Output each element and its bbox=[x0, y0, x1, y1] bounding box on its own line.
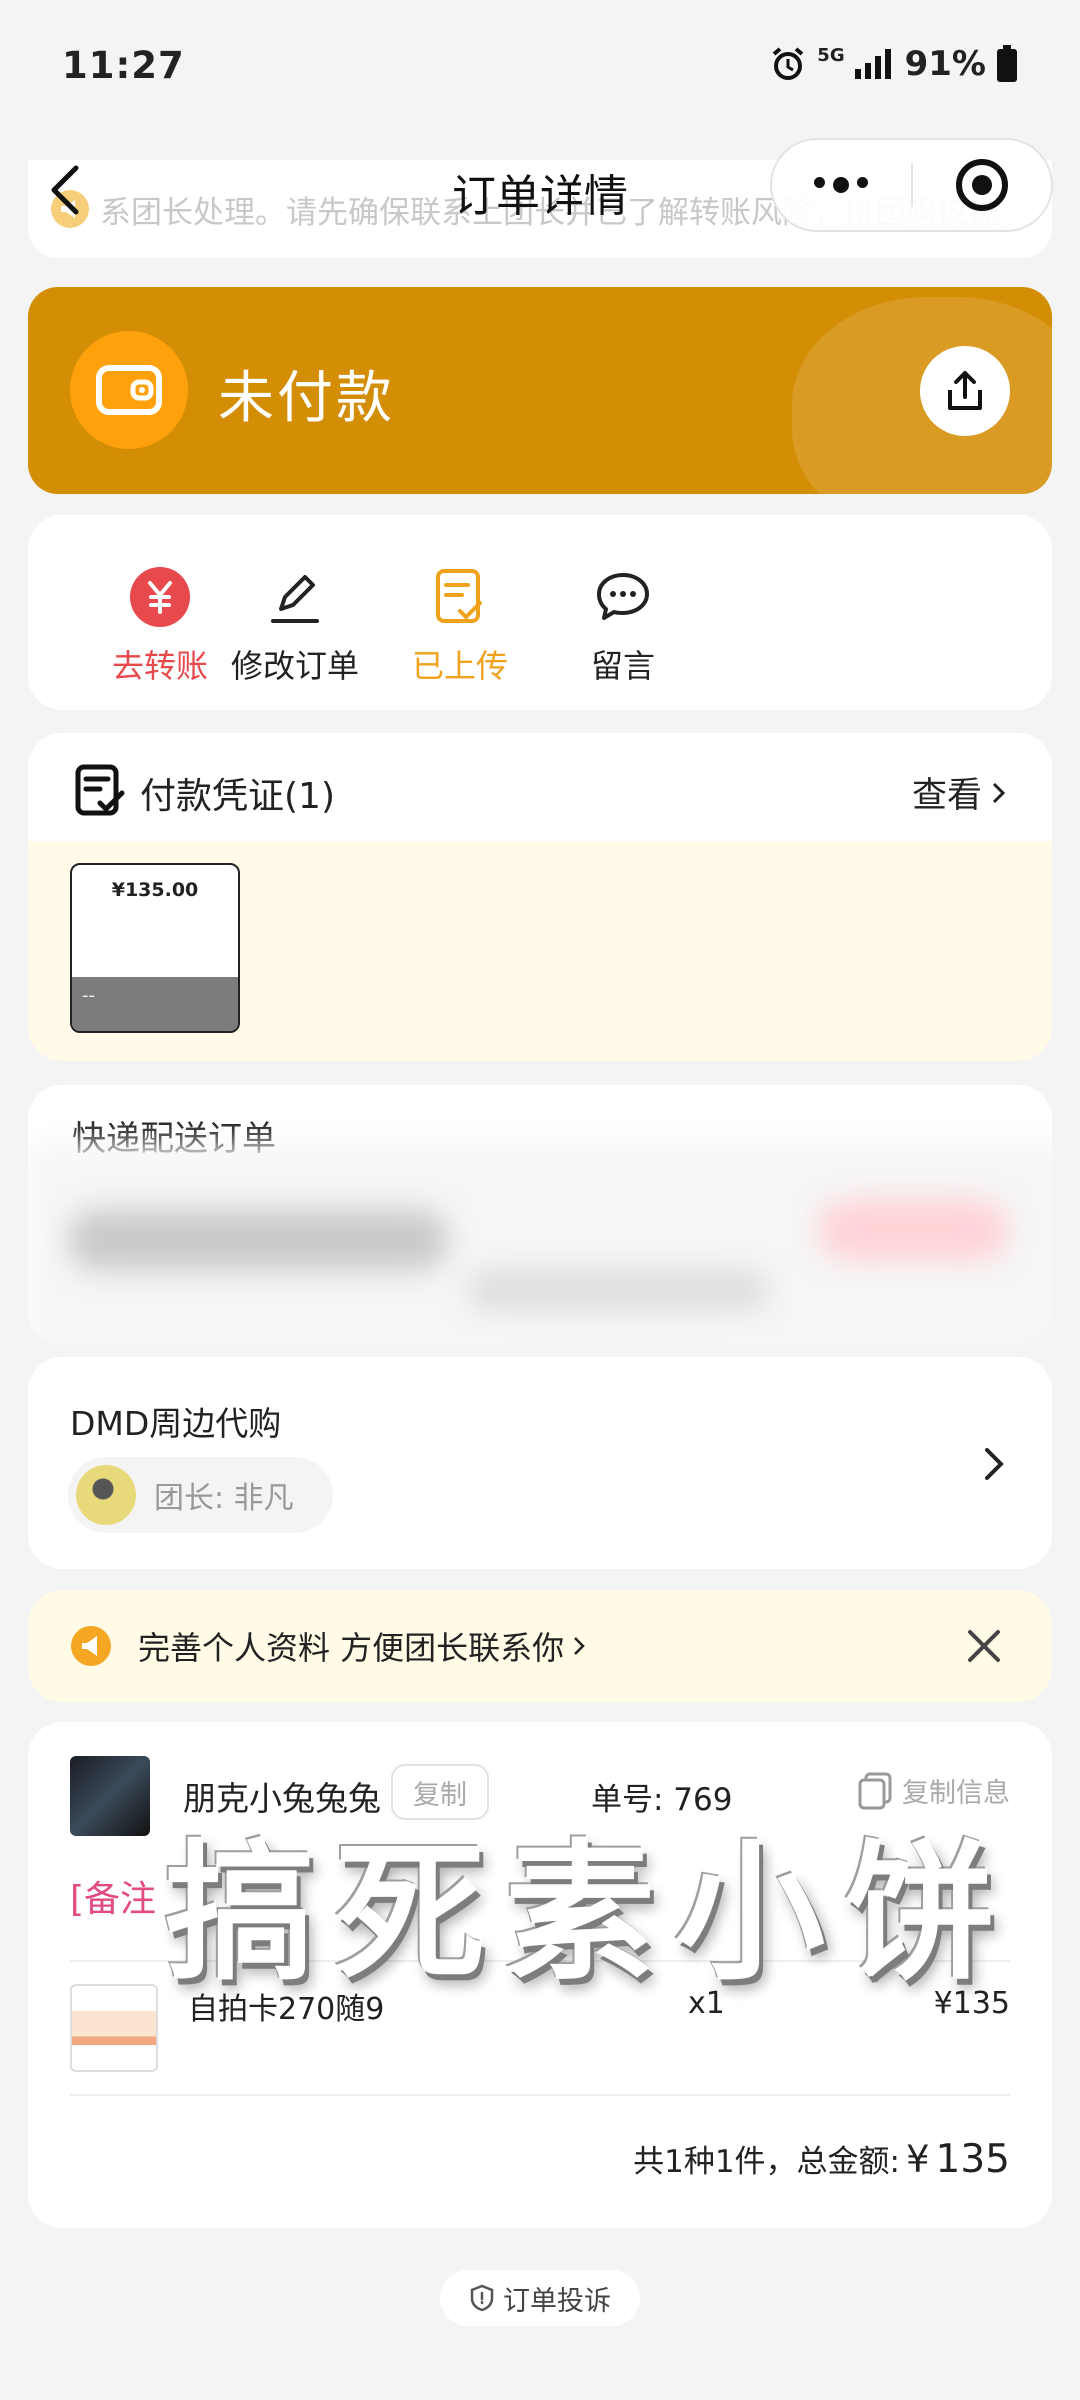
battery-icon bbox=[997, 45, 1017, 82]
more-dot-icon bbox=[833, 177, 850, 193]
close-program-button[interactable] bbox=[913, 157, 1052, 213]
transfer-label: 去转账 bbox=[111, 647, 208, 685]
wallet-icon bbox=[96, 365, 162, 415]
order-summary: 共1种1件，总金额: ¥ 135 bbox=[633, 2136, 1010, 2182]
order-status-banner: 未付款 bbox=[28, 287, 1052, 494]
status-time: 11:27 bbox=[62, 44, 185, 87]
view-voucher-label: 查看 bbox=[911, 776, 982, 816]
blurred-tag bbox=[818, 1200, 1008, 1260]
signal-icon bbox=[854, 49, 891, 79]
product-thumbnail[interactable] bbox=[70, 1984, 158, 2072]
receipt-icon bbox=[74, 763, 126, 821]
uploaded-label: 已上传 bbox=[411, 647, 508, 685]
divider bbox=[70, 2094, 1010, 2096]
status-bar: 11:27 5G 91% bbox=[0, 0, 1080, 130]
voucher-thumbnail[interactable]: ¥135.00 -- bbox=[70, 863, 240, 1033]
wallet-icon-circle bbox=[70, 331, 188, 449]
share-button[interactable] bbox=[920, 346, 1010, 436]
edit-order-button[interactable]: 修改订单 bbox=[225, 565, 365, 687]
status-icons: 5G 91% bbox=[769, 44, 1018, 84]
order-total: 135 bbox=[935, 2137, 1010, 2182]
yuan-icon bbox=[130, 567, 190, 627]
transfer-button[interactable]: 去转账 bbox=[90, 565, 230, 687]
message-button[interactable]: 留言 bbox=[553, 565, 693, 687]
summary-label: 共1种1件，总金额: bbox=[633, 2144, 900, 2180]
currency-symbol: ¥ bbox=[906, 2138, 930, 2181]
pencil-icon bbox=[271, 575, 319, 623]
payment-voucher-card: 付款凭证(1) 查看 ¥135.00 -- bbox=[28, 733, 1052, 1061]
complaint-label: 订单投诉 bbox=[503, 2285, 611, 2317]
leader-pill: 团长: 非凡 bbox=[68, 1457, 333, 1533]
megaphone-icon bbox=[71, 1626, 111, 1666]
edit-order-label: 修改订单 bbox=[230, 647, 359, 685]
chevron-right-icon bbox=[985, 1448, 1004, 1480]
share-icon bbox=[948, 371, 982, 410]
more-dot-icon bbox=[857, 177, 869, 188]
voucher-amount: ¥135.00 bbox=[111, 879, 199, 901]
group-name: DMD周边代购 bbox=[70, 1404, 282, 1443]
shield-icon bbox=[470, 2284, 494, 2312]
watermark: 搞死素小饼 bbox=[165, 1827, 1016, 2001]
network-label: 5G bbox=[817, 44, 845, 66]
order-note: [备注 bbox=[70, 1879, 157, 1920]
avatar bbox=[76, 1465, 136, 1525]
voucher-caption: -- bbox=[72, 977, 238, 1031]
mini-program-capsule bbox=[770, 138, 1053, 232]
action-bar: 去转账 修改订单 已上传 留言 bbox=[28, 515, 1052, 710]
profile-tip-bar[interactable]: 完善个人资料 方便团长联系你 bbox=[28, 1590, 1052, 1702]
group-card[interactable]: DMD周边代购 团长: 非凡 bbox=[28, 1357, 1052, 1569]
close-icon[interactable] bbox=[966, 1628, 1002, 1664]
chevron-right-icon bbox=[574, 1637, 585, 1655]
delivery-card: 快递配送订单 bbox=[28, 1085, 1052, 1345]
buyer-avatar bbox=[70, 1756, 150, 1836]
chevron-right-icon bbox=[992, 782, 1006, 803]
blurred-name bbox=[68, 1210, 448, 1270]
battery-percent: 91% bbox=[904, 44, 986, 84]
complaint-button[interactable]: 订单投诉 bbox=[440, 2270, 640, 2326]
document-check-icon bbox=[436, 569, 482, 623]
alarm-icon bbox=[773, 47, 804, 80]
uploaded-button[interactable]: 已上传 bbox=[390, 565, 530, 687]
chat-bubble-icon bbox=[597, 573, 649, 620]
leader-label: 团长: 非凡 bbox=[154, 1481, 294, 1516]
profile-tip-text: 完善个人资料 方便团长联系你 bbox=[138, 1629, 565, 1667]
view-voucher-link[interactable]: 查看 bbox=[912, 767, 1008, 818]
message-label: 留言 bbox=[590, 647, 655, 685]
more-dot-icon bbox=[814, 177, 826, 188]
order-status: 未付款 bbox=[218, 366, 395, 431]
more-button[interactable] bbox=[772, 177, 911, 193]
voucher-title: 付款凭证(1) bbox=[140, 776, 335, 817]
blurred-phone bbox=[468, 1270, 768, 1310]
target-icon bbox=[955, 159, 1008, 211]
